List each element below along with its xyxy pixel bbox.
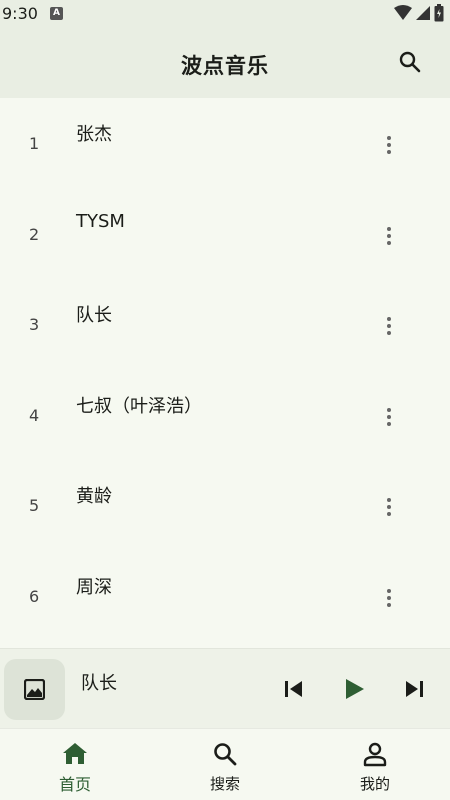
more-options-button[interactable] [381,133,397,155]
search-icon [214,743,237,766]
song-index: 5 [29,496,40,515]
song-name: TYSM [76,210,125,232]
song-name: 队长 [76,305,112,326]
more-options-button[interactable] [381,224,397,246]
nav-label-search: 搜索 [209,775,240,793]
search-icon [399,51,421,73]
more-options-button[interactable] [381,405,397,427]
song-index: 1 [29,134,40,153]
bottom-nav: 首页 搜索 我的 [0,728,450,800]
nav-label-home: 首页 [58,775,91,794]
nav-item-search[interactable]: 搜索 [150,729,300,800]
song-row[interactable]: 4 七叔（叶泽浩） [0,370,450,461]
play-icon [346,679,364,699]
song-row[interactable]: 1 张杰 [0,98,450,189]
song-row[interactable]: 3 队长 [0,279,450,370]
song-name: 周深 [76,576,112,598]
nav-item-home[interactable]: 首页 [0,729,150,800]
nav-item-profile[interactable]: 我的 [300,729,450,800]
next-button[interactable] [402,675,430,703]
status-a-badge: A [49,6,63,20]
signal-icon [416,6,430,20]
song-index: 4 [29,405,40,425]
song-name: 张杰 [76,124,112,145]
song-name: 七叔（叶泽浩） [76,395,202,417]
song-index: 2 [29,224,40,244]
nav-label-profile: 我的 [359,775,390,793]
previous-button[interactable] [280,675,308,703]
skip-previous-icon [285,681,302,697]
more-options-button[interactable] [381,314,397,336]
app-bar: 波点音乐 [0,26,450,98]
status-time: 9:30 [2,3,38,23]
wifi-icon [394,5,412,20]
song-name: 黄龄 [76,486,112,507]
more-options-button[interactable] [381,586,397,608]
more-vert-icon [381,407,397,426]
more-options-button[interactable] [381,495,397,517]
mini-player[interactable]: 队长 [0,648,450,728]
song-index: 6 [29,586,40,606]
skip-next-icon [406,681,423,697]
more-vert-icon [381,317,397,335]
play-button[interactable] [340,675,368,703]
more-vert-icon [381,498,397,516]
song-row[interactable]: 5 黄龄 [0,460,450,551]
song-row[interactable]: 6 周深 [0,551,450,642]
status-bar: 9:30 A [0,0,450,26]
more-vert-icon [381,588,397,607]
album-cover[interactable] [4,659,65,720]
song-index: 3 [29,315,40,334]
song-row[interactable]: 2 TYSM [0,189,450,280]
page-title: 波点音乐 [181,54,269,78]
image-icon [24,679,45,700]
search-button[interactable] [398,50,422,74]
home-icon [63,743,87,764]
battery-icon [434,4,444,22]
more-vert-icon [381,136,397,154]
song-list[interactable]: 1 张杰 2 TYSM 3 队长 4 七叔（叶泽浩） 5 黄龄 6 周深 [0,98,450,648]
person-icon [363,742,387,767]
more-vert-icon [381,226,397,245]
now-playing-title: 队长 [81,673,117,694]
status-icons [394,4,444,22]
